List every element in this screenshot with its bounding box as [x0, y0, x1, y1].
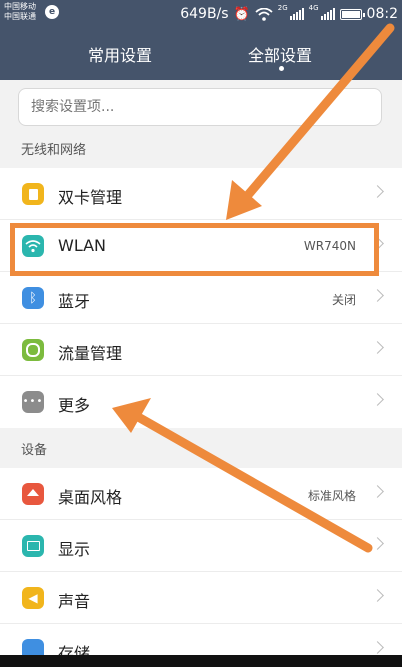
search-input[interactable] [18, 88, 382, 126]
clock: 08:2 [366, 6, 398, 22]
list-item-more[interactable]: ••• 更多 [0, 376, 402, 428]
carrier-info: 中国移动 中国联通 [4, 2, 36, 22]
chevron-right-icon [371, 185, 384, 198]
wlan-highlight-box [10, 223, 379, 276]
network-type-1: 2G [277, 4, 288, 12]
battery-icon [339, 8, 365, 20]
list-item-desktop-style[interactable]: 桌面风格 标准风格 [0, 468, 402, 520]
carrier-2: 中国联通 [4, 12, 36, 21]
chevron-right-icon [371, 289, 384, 302]
chevron-right-icon [371, 341, 384, 354]
section-title-device: 设备 [0, 434, 402, 468]
device-list: 桌面风格 标准风格 显示 ◀ 声音 存储 [0, 468, 402, 663]
list-item-value: 标准风格 [307, 489, 356, 503]
home-icon [22, 483, 44, 505]
list-item-label: 蓝牙 [58, 292, 91, 311]
bottom-edge [0, 655, 402, 667]
list-item-value: 关闭 [331, 293, 356, 307]
list-item-data-usage[interactable]: 流量管理 [0, 324, 402, 376]
carrier-1: 中国移动 [4, 2, 36, 11]
data-usage-icon [22, 339, 44, 361]
list-item-label: 桌面风格 [58, 488, 123, 507]
sound-icon: ◀ [22, 587, 44, 609]
search-area [0, 80, 402, 134]
network-speed: 649B/s [180, 6, 229, 22]
list-item-label: 更多 [58, 396, 91, 415]
wifi-status-icon [255, 7, 273, 21]
list-item-storage[interactable]: 存储 [0, 624, 402, 663]
chevron-right-icon [371, 589, 384, 602]
section-title-wireless: 无线和网络 [0, 134, 402, 168]
list-item-bluetooth[interactable]: ᛒ 蓝牙 关闭 [0, 272, 402, 324]
wireless-list: 双卡管理 WLAN WR740N ᛒ 蓝牙 关闭 流量管理 ••• 更多 [0, 168, 402, 428]
alarm-icon: ⏰ [233, 6, 250, 22]
sim-card-icon [22, 183, 44, 205]
bluetooth-icon: ᛒ [22, 287, 44, 309]
list-item-label: 显示 [58, 540, 91, 559]
list-item-dual-sim[interactable]: 双卡管理 [0, 168, 402, 220]
more-icon: ••• [22, 391, 44, 413]
tab-bar: 常用设置 全部设置 [0, 28, 402, 80]
display-icon [22, 535, 44, 557]
signal-2-icon [320, 8, 335, 20]
chevron-right-icon [371, 537, 384, 550]
list-item-sound[interactable]: ◀ 声音 [0, 572, 402, 624]
list-item-label: 声音 [58, 592, 91, 611]
carrier-badge-icon: e [45, 5, 59, 19]
list-item-label: 流量管理 [58, 344, 123, 363]
chevron-right-icon [371, 393, 384, 406]
status-bar: 中国移动 中国联通 e 649B/s ⏰ 2G 4G 08:2 [0, 0, 402, 28]
chevron-right-icon [371, 485, 384, 498]
list-item-display[interactable]: 显示 [0, 520, 402, 572]
active-tab-indicator [279, 66, 284, 71]
tab-common-settings[interactable]: 常用设置 [88, 42, 152, 66]
chevron-right-icon [371, 641, 384, 654]
network-type-2: 4G [308, 4, 319, 12]
tab-all-settings[interactable]: 全部设置 [248, 42, 312, 66]
signal-1-icon [289, 8, 304, 20]
list-item-label: 双卡管理 [58, 188, 123, 207]
